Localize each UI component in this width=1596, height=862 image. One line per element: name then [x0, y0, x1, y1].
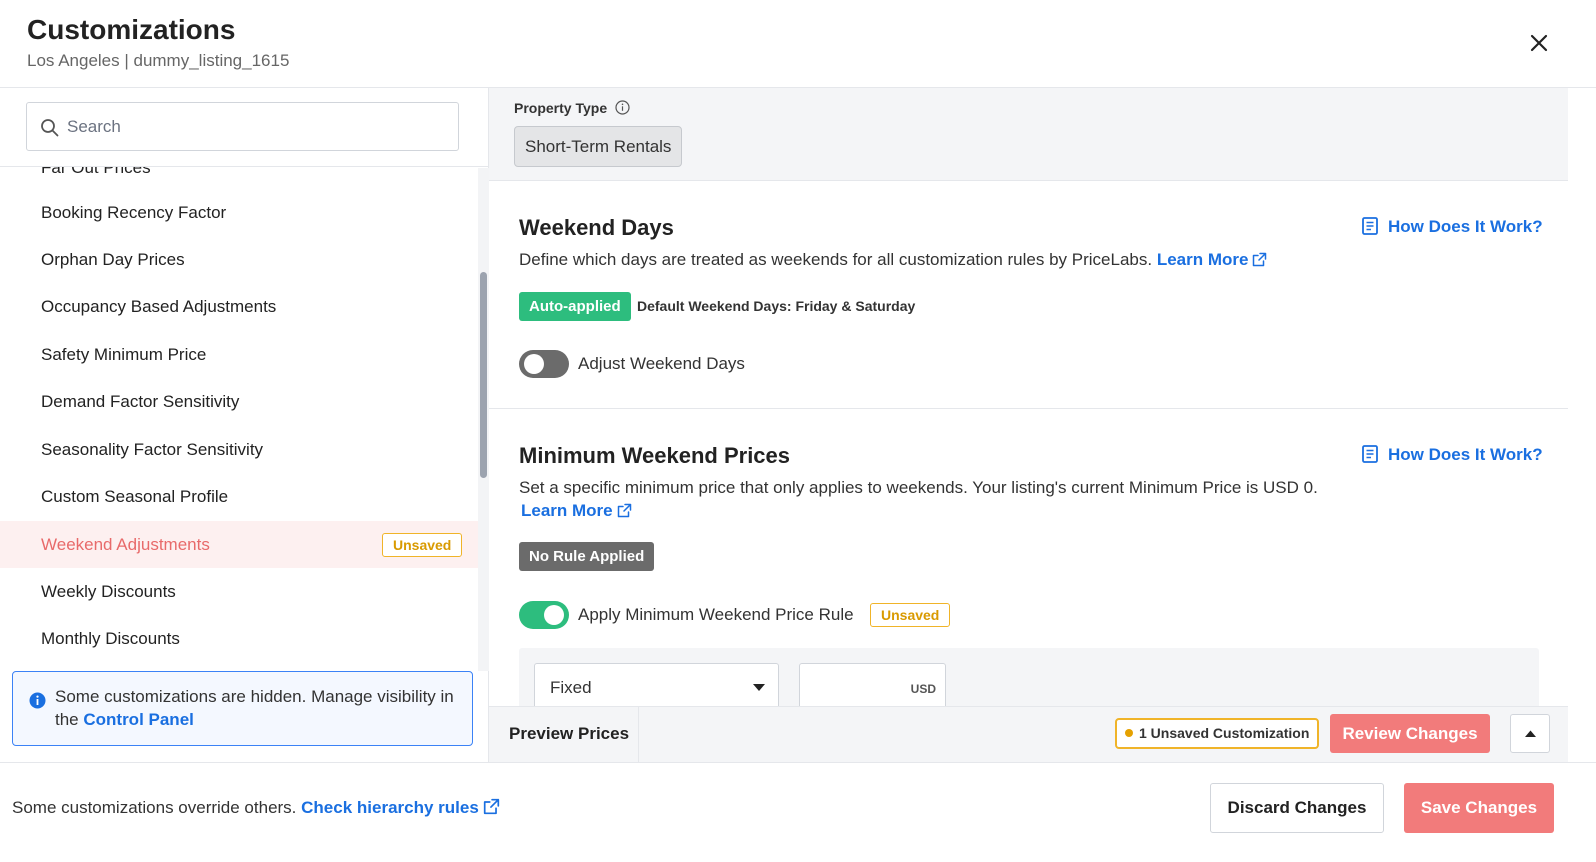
sidebar-item-label: Occupancy Based Adjustments	[41, 296, 277, 316]
toggle-knob	[544, 605, 564, 625]
hierarchy-link-label: Check hierarchy rules	[301, 798, 479, 817]
how-does-it-work-link[interactable]: How Does It Work?	[1362, 445, 1543, 465]
main-content: Property Type Short-Term Rentals Weekend…	[489, 88, 1568, 762]
sidebar-item-far-out-prices[interactable]: Far Out Prices	[0, 167, 478, 191]
sidebar-item-label: Far Out Prices	[41, 167, 151, 177]
sidebar-item-safety-minimum-price[interactable]: Safety Minimum Price	[0, 331, 478, 378]
info-icon	[29, 692, 46, 709]
preview-prices-tab[interactable]: Preview Prices	[489, 707, 639, 763]
price-type-select[interactable]: Fixed	[534, 663, 779, 711]
sidebar-item-orphan-day-prices[interactable]: Orphan Day Prices	[0, 236, 478, 283]
caret-up-icon	[1525, 730, 1536, 737]
learn-more-label: Learn More	[1156, 250, 1249, 269]
learn-more-link[interactable]: Learn More	[1157, 250, 1268, 269]
preview-tab-label: Preview Prices	[509, 724, 630, 743]
section-description: Define which days are treated as weekend…	[519, 250, 1267, 270]
how-does-it-work-link[interactable]: How Does It Work?	[1362, 217, 1543, 237]
toggle-label: Adjust Weekend Days	[578, 354, 745, 373]
external-link-icon	[617, 503, 631, 518]
learn-more-link[interactable]: Learn More	[521, 501, 632, 520]
minimum-price-input[interactable]: USD	[799, 663, 946, 711]
section-title: Minimum Weekend Prices	[519, 443, 791, 468]
how-link-label: How Does It Work?	[1388, 217, 1543, 236]
sidebar-item-custom-seasonal-profile[interactable]: Custom Seasonal Profile	[0, 473, 478, 520]
sidebar-scrollbar[interactable]	[478, 168, 489, 671]
search-box[interactable]	[26, 102, 459, 151]
apply-minimum-weekend-price-toggle[interactable]	[519, 601, 569, 629]
section-title: Weekend Days	[519, 215, 674, 240]
preview-bar: Preview Prices 1 Unsaved Customization R…	[489, 706, 1568, 763]
select-value: Fixed	[550, 678, 592, 697]
customizations-modal: Customizations Los Angeles | dummy_listi…	[0, 0, 1596, 862]
sidebar-item-label: Booking Recency Factor	[41, 202, 227, 222]
expand-preview-button[interactable]	[1510, 714, 1550, 753]
sidebar-item-weekly-discounts[interactable]: Weekly Discounts	[0, 568, 478, 615]
sidebar: Far Out Prices Booking Recency Factor Or…	[0, 88, 489, 762]
external-link-icon	[1253, 252, 1267, 267]
how-link-label: How Does It Work?	[1388, 445, 1543, 464]
toggle-label: Apply Minimum Weekend Price Rule	[578, 605, 854, 624]
adjust-weekend-days-toggle[interactable]	[519, 350, 569, 378]
sidebar-item-label: Seasonality Factor Sensitivity	[41, 439, 264, 459]
hidden-customizations-notice: Some customizations are hidden. Manage v…	[12, 671, 473, 746]
hierarchy-notice: Some customizations override others. Che…	[12, 798, 500, 818]
external-link-icon	[483, 798, 499, 815]
sidebar-item-label: Weekly Discounts	[41, 581, 176, 601]
sidebar-item-occupancy-based-adjustments[interactable]: Occupancy Based Adjustments	[0, 283, 478, 330]
page-title: Customizations	[27, 14, 236, 45]
control-panel-link[interactable]: Control Panel	[83, 710, 194, 729]
sidebar-item-monthly-discounts[interactable]: Monthly Discounts	[0, 615, 478, 662]
currency-unit: USD	[910, 682, 936, 696]
info-icon[interactable]	[615, 100, 630, 115]
close-icon[interactable]	[1526, 30, 1552, 56]
description-text: Define which days are treated as weekend…	[519, 250, 1153, 269]
search-input[interactable]	[67, 103, 447, 150]
no-rule-applied-badge: No Rule Applied	[519, 542, 655, 571]
search-icon	[41, 119, 59, 137]
sidebar-item-label: Custom Seasonal Profile	[41, 486, 229, 506]
sidebar-item-booking-recency-factor[interactable]: Booking Recency Factor	[0, 189, 478, 236]
footer-message: Some customizations override others.	[12, 798, 297, 817]
sidebar-item-label: Weekend Adjustments	[41, 534, 210, 554]
caret-down-icon	[753, 684, 765, 691]
discard-changes-button[interactable]: Discard Changes	[1210, 783, 1384, 833]
weekend-days-section: Weekend Days How Does It Work? Define wh…	[489, 181, 1568, 409]
modal-header: Customizations Los Angeles | dummy_listi…	[0, 0, 1596, 88]
property-type-value: Short-Term Rentals	[514, 126, 683, 167]
book-icon	[1362, 445, 1378, 463]
learn-more-row: Learn More	[521, 501, 632, 521]
sidebar-item-seasonality-factor-sensitivity[interactable]: Seasonality Factor Sensitivity	[0, 426, 478, 473]
toggle-knob	[524, 354, 544, 374]
sidebar-item-label: Monthly Discounts	[41, 628, 180, 648]
section-description: Set a specific minimum price that only a…	[519, 478, 1318, 497]
sidebar-item-label: Demand Factor Sensitivity	[41, 391, 240, 411]
save-changes-button[interactable]: Save Changes	[1404, 783, 1554, 833]
listing-subtitle: Los Angeles | dummy_listing_1615	[27, 51, 290, 70]
status-dot	[1125, 729, 1133, 737]
default-weekend-days-text: Default Weekend Days: Friday & Saturday	[637, 298, 916, 314]
unsaved-count-label: 1 Unsaved Customization	[1139, 725, 1310, 741]
sidebar-nav-list: Far Out Prices Booking Recency Factor Or…	[0, 167, 478, 670]
modal-footer: Some customizations override others. Che…	[0, 762, 1596, 862]
sidebar-item-label: Safety Minimum Price	[41, 344, 207, 364]
review-changes-button[interactable]: Review Changes	[1330, 714, 1490, 753]
notice-text: Some customizations are hidden. Manage v…	[55, 685, 465, 731]
sidebar-item-label: Orphan Day Prices	[41, 249, 185, 269]
unsaved-badge: Unsaved	[870, 603, 951, 627]
unsaved-badge: Unsaved	[382, 533, 463, 557]
scrollbar-thumb[interactable]	[480, 272, 487, 478]
book-icon	[1362, 217, 1378, 235]
auto-applied-badge: Auto-applied	[519, 292, 631, 321]
learn-more-label: Learn More	[521, 501, 613, 520]
property-type-label: Property Type	[514, 100, 608, 116]
property-type-section: Property Type Short-Term Rentals	[489, 88, 1568, 181]
unsaved-count-badge[interactable]: 1 Unsaved Customization	[1115, 718, 1320, 749]
sidebar-item-demand-factor-sensitivity[interactable]: Demand Factor Sensitivity	[0, 378, 478, 425]
sidebar-item-weekend-adjustments[interactable]: Weekend Adjustments Unsaved	[0, 521, 478, 568]
check-hierarchy-rules-link[interactable]: Check hierarchy rules	[301, 798, 500, 817]
